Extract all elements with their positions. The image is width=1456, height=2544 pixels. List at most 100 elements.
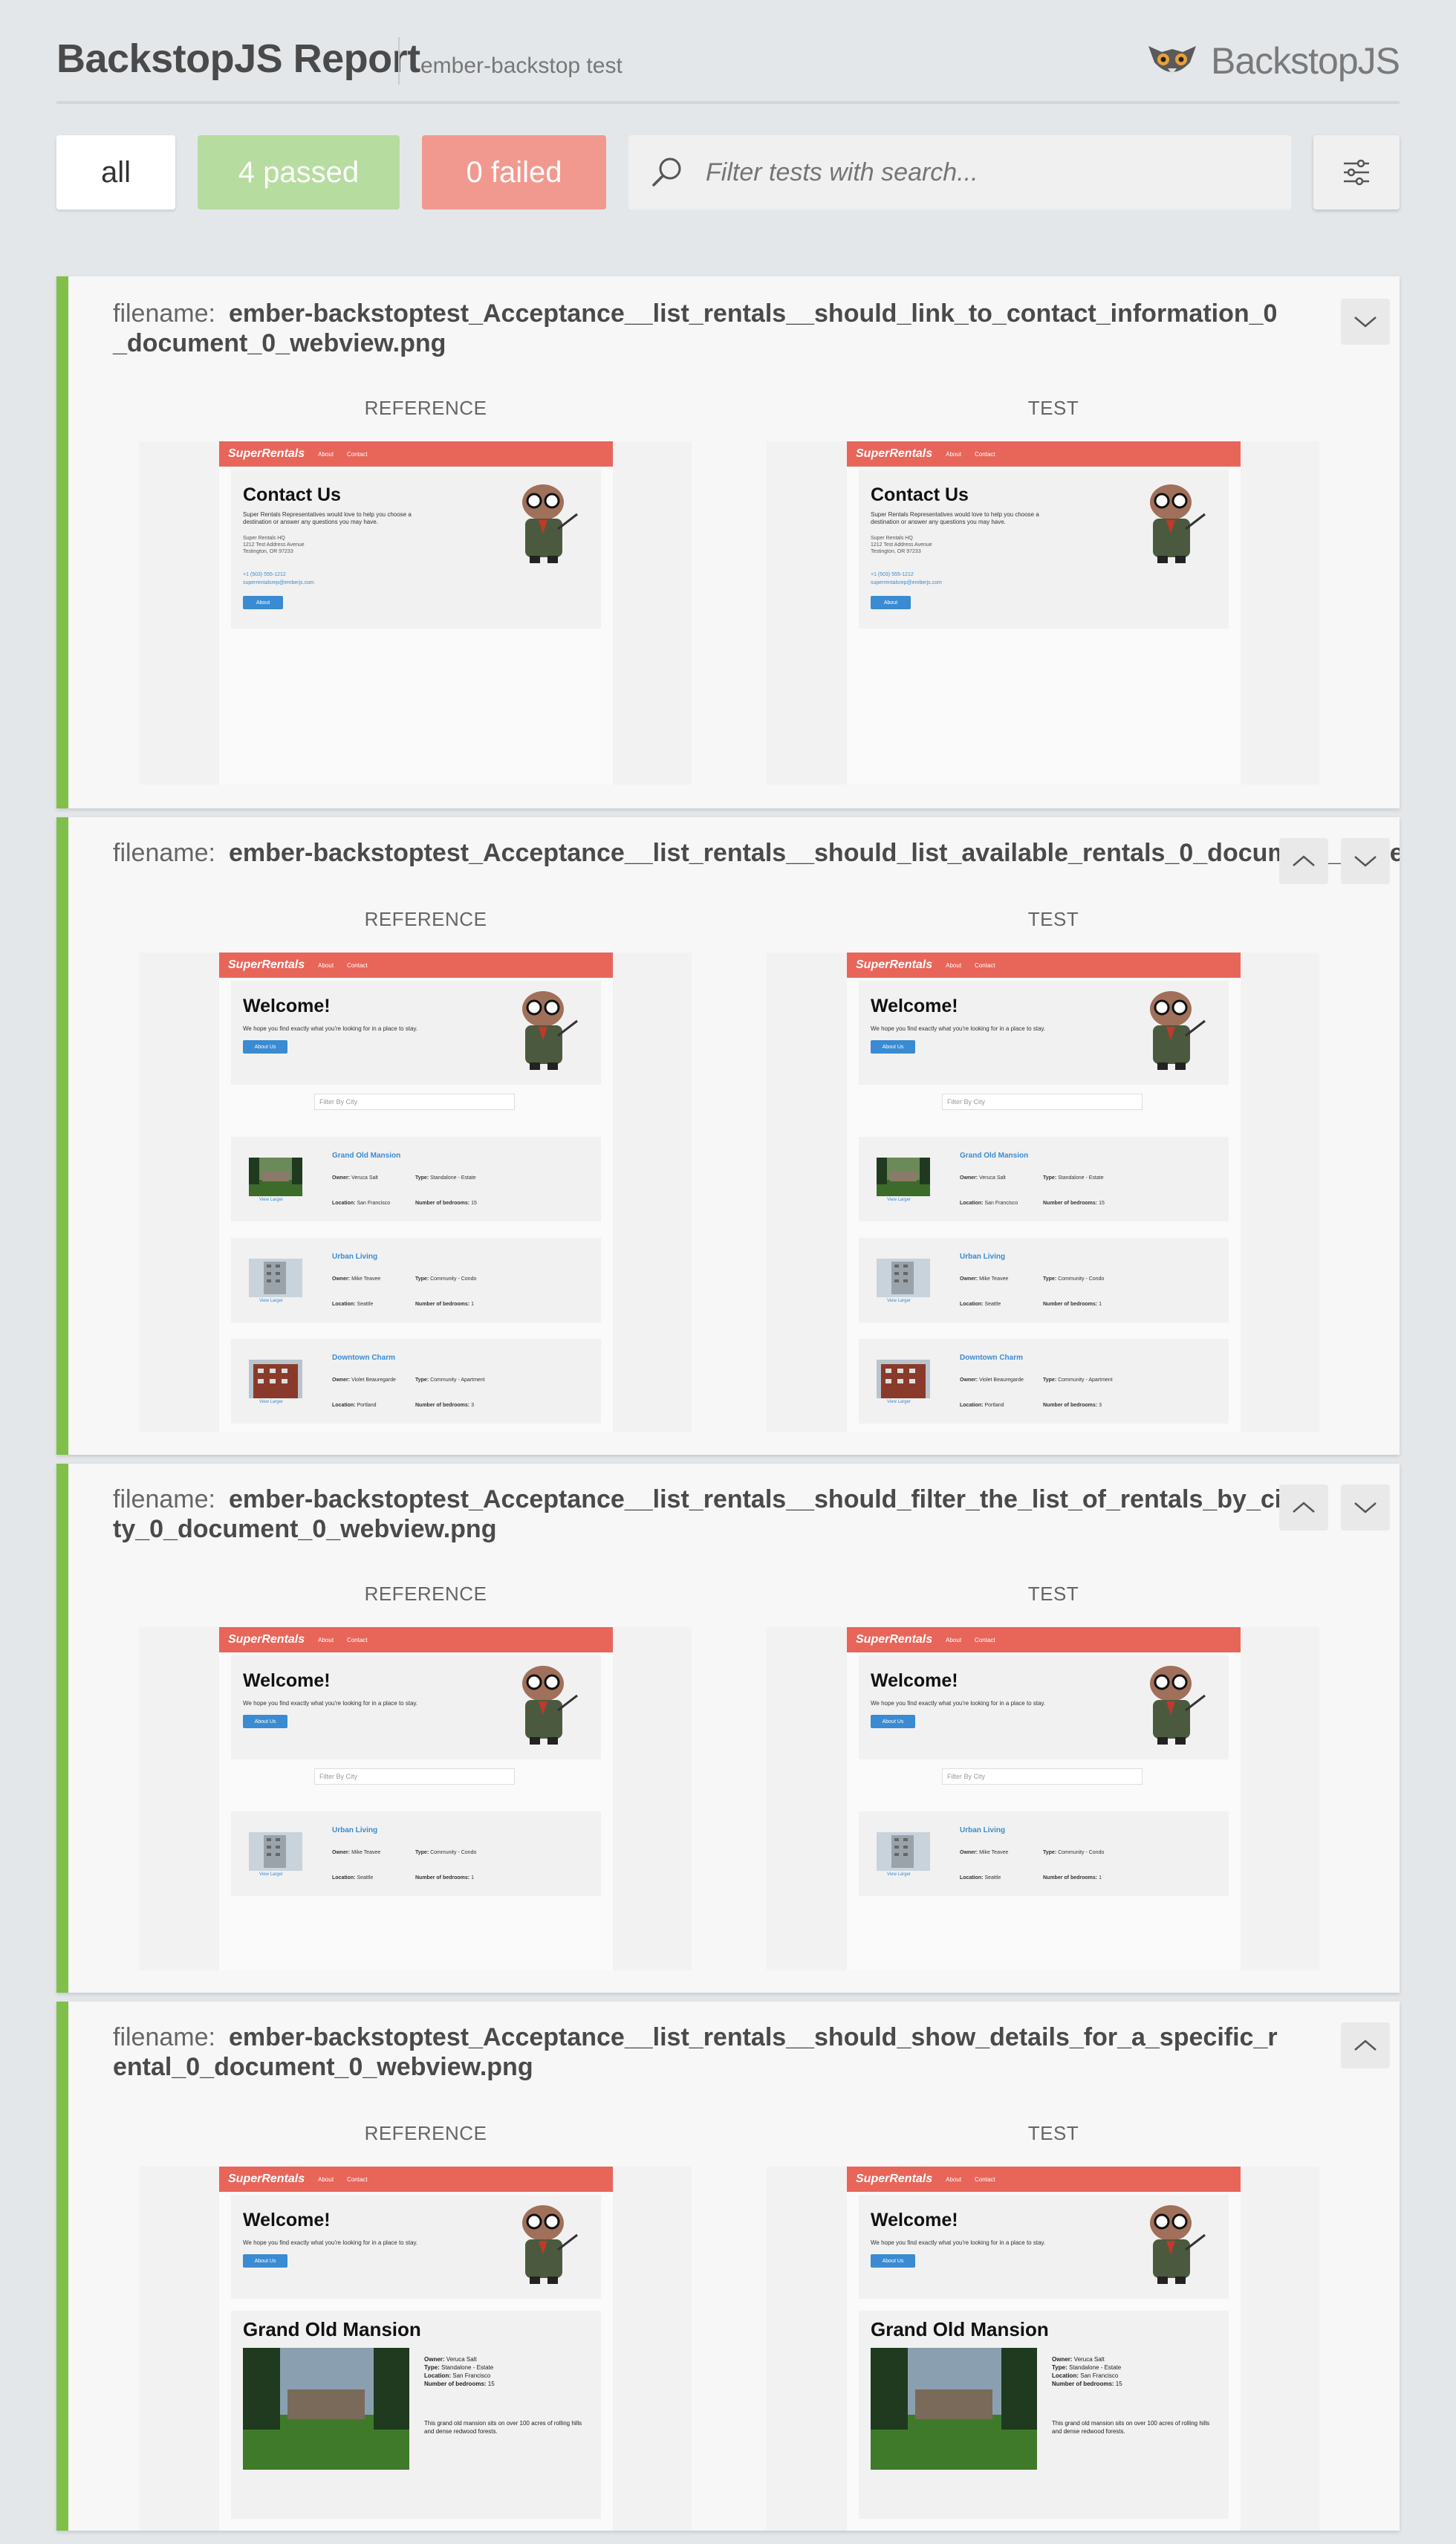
city-filter: Filter By City [942,1768,1143,1785]
type-value: Community - Apartment [1058,1378,1113,1383]
next-button[interactable] [1341,1484,1390,1531]
about-us-button: About Us [871,1715,915,1728]
app-brand: SuperRentals [228,2173,305,2185]
view-larger-link: View Larger [259,1299,283,1303]
reference-image[interactable]: SuperRentals About Contact Welcome! We hop… [139,2167,692,2531]
header-divider [398,37,400,85]
addr-line: 1212 Test Address Avenue [243,542,305,548]
reference-image[interactable]: SuperRentals About Contact Welcome! We hop… [139,1627,692,1970]
bedrooms-label: Number of bedrooms: [1043,1403,1098,1408]
welcome-title: Welcome! [871,2210,958,2230]
type-label: Type: [415,1850,429,1855]
next-button[interactable] [1341,838,1390,884]
welcome-sub: We hope you find exactly what you're loo… [243,2239,418,2246]
rental-listing: View Larger Grand Old Mansion Owner: Ver… [231,1137,601,1221]
welcome-title: Welcome! [243,1670,331,1691]
type-label: Type: [1043,1378,1057,1383]
type-label: Type: [415,1378,429,1383]
type-label: Type: [1052,2364,1067,2371]
owner-label: Owner: [332,1175,351,1181]
type-value: Community - Condo [430,1276,477,1282]
app-brand: SuperRentals [856,1633,933,1646]
test-label: TEST [1027,1583,1079,1605]
mansion-image-icon [249,1158,302,1196]
test-image[interactable]: SuperRentals About Contact Contact Us Supe… [767,441,1319,785]
location-label: Location: [332,1875,356,1881]
filter-all-button[interactable]: all [56,135,175,210]
test-label: TEST [1027,397,1079,419]
next-button[interactable] [1341,299,1390,345]
settings-button[interactable] [1313,135,1400,210]
bedrooms-value: 1 [471,1875,474,1881]
addr-line: Super Rentals HQ [871,536,913,541]
type-label: Type: [415,1276,429,1282]
location-value: San Francisco [984,1201,1018,1206]
reference-image[interactable]: SuperRentals About Contact Welcome! We hop… [139,953,692,1432]
reference-label: REFERENCE [364,908,487,930]
test-image[interactable]: SuperRentals About Contact Welcome! We hop… [767,2167,1319,2531]
type-value: Community - Condo [1058,1276,1105,1282]
filename-label: filename: [113,1485,215,1513]
previous-button[interactable] [1341,2022,1390,2068]
rental-title: Urban Living [960,1253,1006,1261]
filename-value[interactable]: ember-backstoptest_Acceptance__list_rent… [229,839,1400,867]
rental-title: Downtown Charm [332,1354,395,1362]
reference-image[interactable]: SuperRentals About Contact Contact Us Supe… [139,441,692,785]
type-label: Type: [415,1175,429,1181]
filter-passed-button[interactable]: 4 passed [198,135,400,210]
owner-label: Owner: [332,1378,351,1383]
previous-button[interactable] [1279,1484,1328,1531]
contact-phone: +1 (503) 555-1212 [243,572,286,577]
rental-listing: View Larger Downtown Charm Owner: Violet… [859,1339,1229,1424]
type-value: Community - Apartment [430,1378,485,1383]
welcome-title: Welcome! [871,1670,958,1691]
rental-title: Urban Living [332,1253,378,1261]
building-image-icon [249,1259,302,1297]
nav-contact: Contact [975,450,995,458]
search-input[interactable] [706,158,1270,187]
report-title: BackstopJS Report [56,36,420,81]
rental-listing: View Larger Downtown Charm Owner: Violet… [231,1339,601,1424]
filename-value[interactable]: ember-backstoptest_Acceptance__list_rent… [113,1485,1281,1543]
filename-value[interactable]: ember-backstoptest_Acceptance__list_rent… [113,2023,1278,2081]
contact-sub: Super Rentals Representatives would love… [871,511,1039,525]
filename-label: filename: [113,2023,215,2051]
city-filter: Filter By City [314,1768,515,1785]
rental-title: Grand Old Mansion [960,1152,1029,1160]
test-card: filename: ember-backstoptest_Acceptance__… [56,276,1400,808]
location-value: Seattle [357,1302,374,1307]
app-brand: SuperRentals [228,447,305,460]
chevron-down-icon [1354,317,1377,328]
nav-about: About [946,1636,962,1643]
app-brand: SuperRentals [856,2173,933,2185]
tomster-mascot-icon [1150,991,1206,1070]
previous-button[interactable] [1279,838,1328,884]
bedrooms-label: Number of bedrooms: [424,2381,487,2387]
view-larger-link: View Larger [259,1400,283,1404]
location-label: Location: [332,1403,356,1408]
type-label: Type: [424,2364,440,2371]
rental-listing: View Larger Grand Old Mansion Owner: Ver… [859,1137,1229,1221]
nav-about: About [946,961,962,969]
lemur-logo-icon [1148,46,1196,74]
chevron-down-icon [1354,856,1377,867]
owner-value: Mike Teavee [979,1276,1009,1282]
owner-value: Mike Teavee [979,1850,1009,1855]
nav-about: About [318,450,334,458]
location-value: Seattle [984,1875,1001,1881]
rental-title: Urban Living [332,1826,378,1834]
test-image[interactable]: SuperRentals About Contact Welcome! We hop… [767,1627,1319,1970]
test-image[interactable]: SuperRentals About Contact Welcome! We hop… [767,953,1319,1432]
about-button: About [243,596,283,609]
app-brand: SuperRentals [856,958,933,971]
location-label: Location: [960,1403,984,1408]
test-label: TEST [1027,2122,1079,2144]
view-larger-link: View Larger [259,1198,283,1202]
chevron-down-icon [1354,1502,1377,1513]
filename-value[interactable]: ember-backstoptest_Acceptance__list_rent… [113,299,1277,357]
filter-failed-button[interactable]: 0 failed [422,135,606,210]
welcome-sub: We hope you find exactly what you're loo… [243,1700,418,1707]
bedrooms-value: 15 [1115,2381,1122,2387]
rental-title: Grand Old Mansion [332,1152,401,1160]
bedrooms-label: Number of bedrooms: [415,1875,470,1881]
